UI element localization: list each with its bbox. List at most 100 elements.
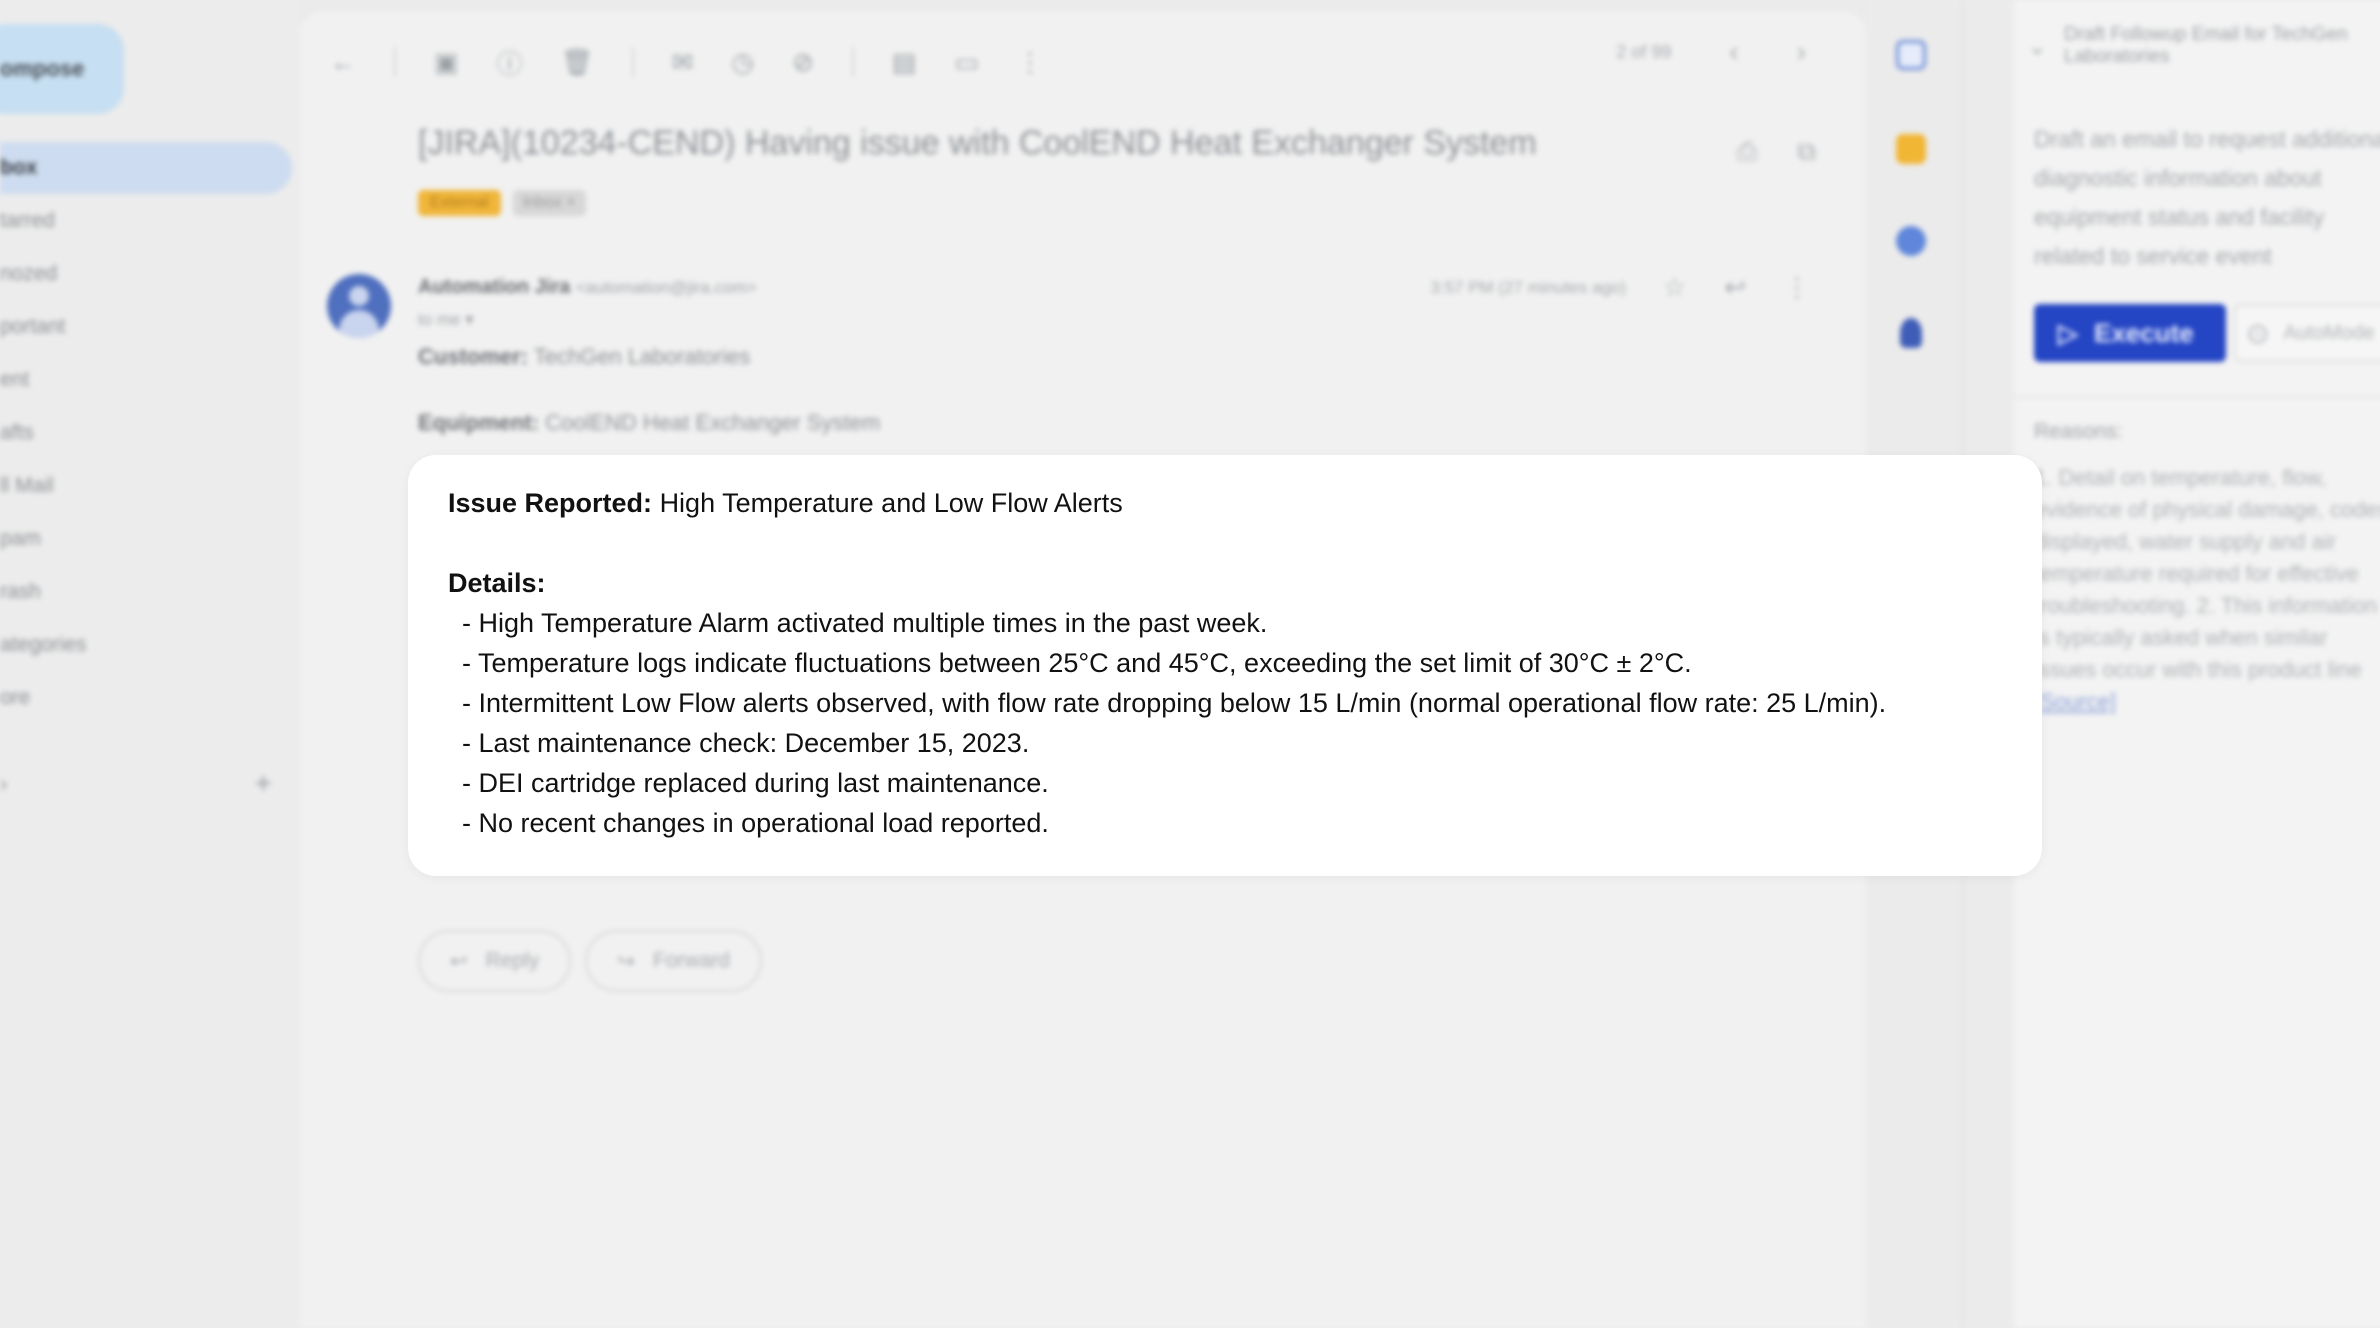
issue-label: Issue Reported:: [448, 488, 653, 518]
nav-item-label: pam: [0, 526, 41, 550]
open-new-window-icon[interactable]: ⧉: [1797, 136, 1816, 168]
archive-icon[interactable]: ▣: [434, 47, 459, 78]
message-actions: ☆ ↩ ⋮: [1663, 272, 1810, 303]
nav-item-label: tarred: [0, 208, 55, 232]
details-item: - Intermittent Low Flow alerts observed,…: [462, 688, 1887, 718]
reply-button[interactable]: ↩ Reply: [418, 930, 572, 992]
print-icon[interactable]: ⎙: [1737, 136, 1758, 168]
equipment-value: CoolEND Heat Exchanger System: [545, 410, 881, 435]
keep-icon[interactable]: [1896, 134, 1926, 164]
details-item: - Last maintenance check: December 15, 2…: [462, 728, 1030, 758]
contacts-icon[interactable]: [1900, 318, 1922, 348]
more-vert-icon[interactable]: ⋮: [1017, 47, 1043, 78]
automode-label: AutoMode: [2283, 321, 2375, 344]
more-vert-icon[interactable]: ⋮: [1784, 272, 1810, 303]
toolbar-divider: [394, 47, 396, 77]
subject-actions: ⎙ ⧉: [1737, 136, 1816, 168]
prev-email-icon[interactable]: ‹: [1729, 36, 1738, 68]
customer-value: TechGen Laboratories: [533, 344, 751, 369]
tag-external: External: [418, 190, 501, 216]
nav-item-label: ent: [0, 367, 30, 391]
nav-item-snoozed[interactable]: nozed: [0, 247, 292, 300]
star-icon[interactable]: ☆: [1663, 272, 1686, 303]
avatar: [327, 274, 391, 338]
customer-line: Customer: TechGen Laboratories: [418, 344, 750, 370]
report-icon[interactable]: ⓘ: [497, 44, 523, 81]
nav-item-spam[interactable]: pam: [0, 512, 292, 565]
add-task-icon[interactable]: ⊘: [792, 47, 814, 78]
execute-button[interactable]: ▷ Execute: [2034, 304, 2226, 362]
toolbar-divider: [631, 47, 634, 77]
labels-header: › +: [0, 767, 280, 801]
play-icon: ▷: [2058, 317, 2078, 348]
sender-name: Automation Jira: [418, 276, 571, 298]
snooze-icon[interactable]: ◷: [731, 47, 754, 78]
forward-icon: ↪: [617, 949, 635, 973]
mark-unread-icon[interactable]: ✉: [672, 47, 694, 78]
nav-item-inbox[interactable]: box: [0, 142, 292, 194]
sender-line: Automation Jira <automation@jira.com>: [418, 276, 757, 299]
equipment-label: Equipment:: [418, 410, 539, 435]
email-subject: [JIRA](10234-CEND) Having issue with Coo…: [418, 124, 1537, 162]
forward-label: Forward: [652, 949, 730, 972]
nav-item-label: ore: [0, 685, 31, 709]
next-email-icon[interactable]: ›: [1797, 36, 1806, 68]
customer-label: Customer:: [418, 344, 529, 369]
details-label: Details:: [448, 568, 546, 598]
nav-item-label: box: [0, 156, 38, 179]
automode-button[interactable]: ⊙ AutoMode: [2234, 304, 2380, 362]
nav-item-starred[interactable]: tarred: [0, 194, 292, 247]
reply-icon[interactable]: ↩: [1724, 272, 1746, 303]
nav-list: box tarred nozed portant ent afts ll Mai…: [0, 142, 292, 724]
nav-item-label: ll Mail: [0, 473, 54, 497]
forward-button[interactable]: ↪ Forward: [585, 930, 762, 992]
add-label-icon[interactable]: +: [254, 767, 272, 801]
issue-row: Issue Reported: High Temperature and Low…: [448, 483, 2002, 523]
nav-item-label: rash: [0, 579, 41, 603]
nav-item-categories[interactable]: ategories: [0, 618, 292, 671]
tag-inbox[interactable]: Inbox ×: [512, 190, 586, 216]
panel-title: Draft Followup Email for TechGen Laborat…: [2064, 24, 2348, 67]
tasks-icon[interactable]: [1896, 226, 1926, 256]
back-arrow-icon[interactable]: ←: [330, 47, 356, 78]
email-time: 3:57 PM (27 minutes ago): [1430, 278, 1626, 297]
source-link[interactable]: [Source]: [2034, 689, 2116, 714]
sender-address: <automation@jira.com>: [575, 278, 757, 297]
equipment-line: Equipment: CoolEND Heat Exchanger System: [418, 410, 880, 436]
left-sidebar: ompose box tarred nozed portant ent afts…: [0, 0, 300, 1328]
email-toolbar: ← ▣ ⓘ 🗑 ✉ ◷ ⊘ ▤ ▭ ⋮: [330, 32, 1043, 92]
reasons-text: 1. Detail on temperature, flow, evidence…: [2034, 462, 2380, 718]
page-indicator: 2 of 99: [1616, 41, 1672, 62]
panel-divider: [2014, 396, 2380, 398]
calendar-icon[interactable]: [1896, 40, 1926, 70]
nav-item-all-mail[interactable]: ll Mail: [0, 459, 292, 512]
delete-icon[interactable]: 🗑: [561, 47, 594, 78]
issue-details-card: Issue Reported: High Temperature and Low…: [408, 455, 2042, 876]
nav-item-trash[interactable]: rash: [0, 565, 292, 618]
move-to-icon[interactable]: ▤: [892, 47, 917, 78]
details-item: - No recent changes in operational load …: [462, 808, 1049, 838]
labels-caret: ›: [0, 771, 8, 796]
details-heading: Details:: [448, 563, 2002, 603]
automode-icon: ⊙: [2246, 317, 2270, 349]
nav-item-drafts[interactable]: afts: [0, 406, 292, 459]
reasons-title: Reasons:: [2034, 420, 2123, 443]
avatar-body: [339, 310, 379, 338]
nav-item-label: nozed: [0, 261, 58, 285]
toolbar-divider: [851, 47, 854, 77]
details-item: - Temperature logs indicate fluctuations…: [462, 648, 1692, 678]
label-icon[interactable]: ▭: [954, 47, 979, 78]
details-item: - High Temperature Alarm activated multi…: [462, 608, 1268, 638]
nav-item-important[interactable]: portant: [0, 300, 292, 353]
compose-button[interactable]: ompose: [0, 24, 124, 114]
compose-label: ompose: [0, 56, 85, 81]
avatar-head: [349, 286, 369, 306]
nav-item-sent[interactable]: ent: [0, 353, 292, 406]
details-item: - DEI cartridge replaced during last mai…: [462, 768, 1049, 798]
nav-item-label: afts: [0, 420, 34, 444]
chevron-down-icon[interactable]: ⌄: [2028, 34, 2046, 60]
nav-item-more[interactable]: ore: [0, 671, 292, 724]
reasons-body: 1. Detail on temperature, flow, evidence…: [2034, 465, 2380, 682]
recipient-dropdown[interactable]: to me ▾: [418, 310, 474, 330]
